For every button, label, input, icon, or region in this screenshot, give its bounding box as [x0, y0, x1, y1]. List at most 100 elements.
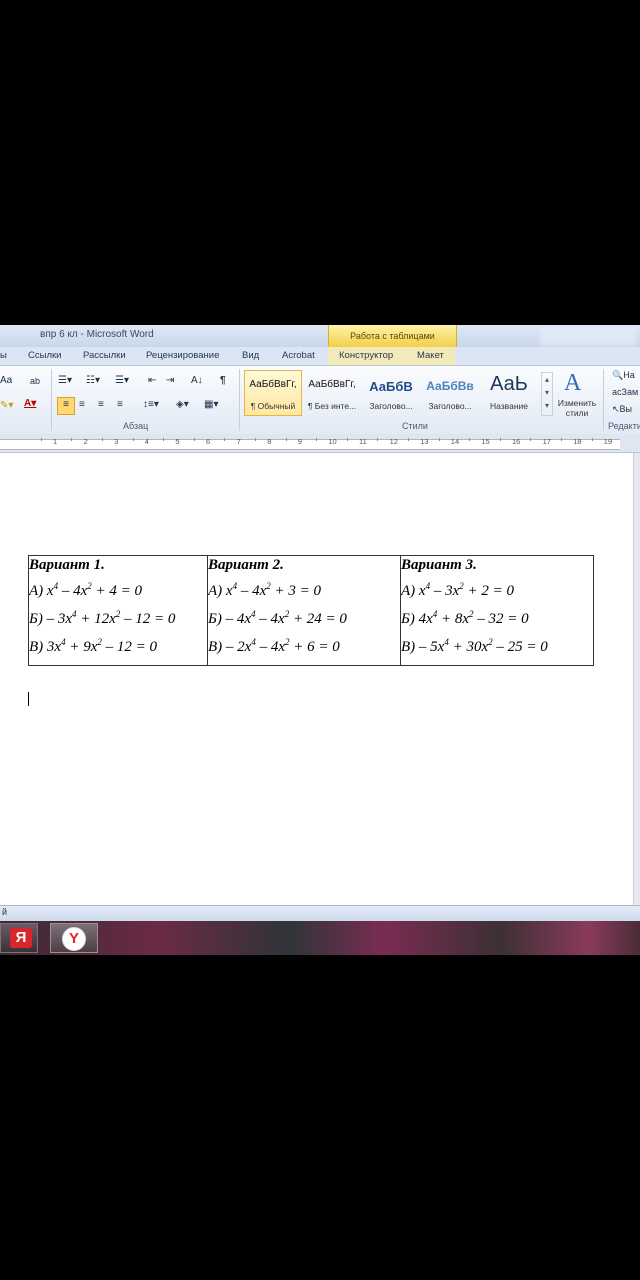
yandex-browser-icon: Y — [62, 927, 86, 951]
style-label: Заголово... — [369, 401, 413, 411]
ruler-minor-tick — [254, 438, 256, 441]
equation-text: – 4x — [255, 639, 285, 655]
font-color-icon[interactable]: A▾ — [24, 397, 36, 411]
tab-references[interactable]: Ссылки — [28, 350, 61, 361]
equation-text: – 3x — [430, 583, 460, 599]
replace-button[interactable]: acЗам — [612, 385, 638, 399]
equation-text: + 30x — [448, 639, 489, 655]
equation-text: В) – 2x — [208, 639, 252, 655]
taskbar-yandex-button[interactable]: Я — [0, 923, 38, 953]
ribbon: Aa ab ✎▾ A▾ ☰▾ ☷▾ ☰▾ ⇤ ⇥ A↓ ¶ ≡ ≡ ≡ ≡ ↕≡… — [0, 365, 640, 435]
variant-title: Вариант 1. — [29, 557, 105, 573]
ruler-tick-label: 11 — [359, 437, 367, 446]
replace-icon: ac — [612, 387, 622, 397]
clear-format-icon[interactable]: ab — [30, 374, 40, 388]
style-title[interactable]: АаЬ Название — [480, 370, 538, 416]
table-tools-label: Работа с таблицами — [350, 331, 435, 341]
align-right-icon[interactable]: ≡ — [98, 398, 104, 412]
ruler-tick-label: 6 — [206, 437, 211, 446]
tab-partial[interactable]: ы — [0, 350, 7, 361]
change-styles-icon: A — [564, 370, 582, 396]
tab-review[interactable]: Рецензирование — [146, 350, 219, 361]
browser-icon-glyph: Y — [68, 930, 79, 947]
style-heading-2[interactable]: АаБбВв Заголово... — [421, 370, 479, 416]
style-label: Название — [490, 401, 528, 411]
taskbar-browser-button[interactable]: Y — [50, 923, 98, 953]
equation-line: Б) – 3x4 + 12x2 – 12 = 0 — [29, 603, 207, 631]
tab-view[interactable]: Вид — [242, 350, 259, 361]
window-title: впр 6 кл - Microsoft Word — [40, 329, 154, 340]
borders-icon[interactable]: ▦▾ — [204, 398, 218, 412]
decrease-indent-icon[interactable]: ⇤ — [148, 374, 156, 388]
equation-text: – 4x — [237, 583, 267, 599]
style-heading-1[interactable]: АаБбВ Заголово... — [362, 370, 420, 416]
equation-text: – 4x — [255, 611, 285, 627]
find-button[interactable]: 🔍На — [612, 368, 635, 382]
horizontal-ruler[interactable]: 1 2 3 4 5 6 7 8 9 10 11 12 13 14 15 16 17 18 19 — [0, 434, 640, 453]
select-button[interactable]: ↖Вы — [612, 402, 632, 416]
style-no-spacing[interactable]: АаБбВвГг, ¶ Без инте... — [303, 370, 361, 416]
equation-text: А) x — [401, 583, 426, 599]
equation-text: – 12 = 0 — [120, 611, 176, 627]
equation-text: Б) 4x — [401, 611, 433, 627]
ruler-minor-tick — [163, 438, 165, 441]
equation-line: А) x4 – 4x2 + 4 = 0 — [29, 575, 207, 603]
group-separator — [239, 369, 240, 431]
ruler-minor-tick — [224, 438, 226, 441]
change-styles-label: Изменить — [557, 398, 597, 408]
ruler-tick-label: 4 — [144, 437, 149, 446]
ruler-tick-label: 7 — [236, 437, 241, 446]
ruler-strip — [0, 439, 620, 450]
sort-icon[interactable]: A↓ — [191, 374, 203, 388]
ruler-tick-label: 3 — [114, 437, 119, 446]
ruler-tick-label: 18 — [573, 437, 582, 446]
vertical-scrollbar[interactable] — [633, 453, 640, 905]
ruler-minor-tick — [40, 438, 42, 441]
equations-table[interactable]: Вариант 1. А) x4 – 4x2 + 4 = 0 Б) – 3x4 + … — [28, 555, 594, 666]
equation-text: Б) – 4x — [208, 611, 252, 627]
variant-cell-3[interactable]: Вариант 3. А) x4 – 3x2 + 2 = 0 Б) 4x4 + 8x… — [400, 555, 594, 666]
document-page[interactable]: Вариант 1. А) x4 – 4x2 + 4 = 0 Б) – 3x4 + … — [0, 453, 640, 905]
align-center-icon[interactable]: ≡ — [79, 398, 85, 412]
title-bar: впр 6 кл - Microsoft Word Работа с табли… — [0, 325, 640, 347]
variant-cell-2[interactable]: Вариант 2. А) x4 – 4x2 + 3 = 0 Б) – 4x4 – … — [207, 555, 401, 666]
change-case-button[interactable]: Aa — [0, 374, 12, 388]
style-label: ¶ Обычный — [250, 401, 296, 411]
bullets-icon[interactable]: ☰▾ — [58, 374, 72, 388]
multilevel-list-icon[interactable]: ☰▾ — [115, 374, 129, 388]
tab-design[interactable]: Конструктор — [339, 350, 393, 361]
ruler-tick-label: 14 — [450, 437, 460, 446]
variant-cell-1[interactable]: Вариант 1. А) x4 – 4x2 + 4 = 0 Б) – 3x4 + … — [28, 555, 208, 666]
numbering-icon[interactable]: ☷▾ — [86, 374, 100, 388]
tab-acrobat[interactable]: Acrobat — [282, 350, 315, 361]
status-bar: й — [0, 905, 640, 922]
increase-indent-icon[interactable]: ⇥ — [166, 374, 174, 388]
tab-mailings[interactable]: Рассылки — [83, 350, 126, 361]
change-styles-button[interactable]: A Изменить стили — [554, 370, 600, 418]
equation-text: – 12 = 0 — [101, 639, 157, 655]
ruler-minor-tick — [71, 438, 73, 441]
ruler-minor-tick — [193, 438, 195, 441]
highlight-icon[interactable]: ✎▾ — [0, 399, 13, 413]
equation-text: + 2 = 0 — [463, 583, 515, 599]
align-left-icon[interactable]: ≡ — [57, 397, 75, 415]
equation-text: + 24 = 0 — [289, 611, 347, 627]
style-sample: АаБбВвГг, — [308, 379, 356, 390]
style-normal[interactable]: АаБбВвГг, ¶ Обычный — [244, 370, 302, 416]
show-marks-button[interactable]: ¶ — [220, 374, 226, 388]
line-spacing-icon[interactable]: ↕≡▾ — [143, 398, 159, 412]
justify-icon[interactable]: ≡ — [117, 398, 123, 412]
tab-layout[interactable]: Макет — [417, 350, 444, 361]
equation-line: Б) – 4x4 – 4x2 + 24 = 0 — [208, 603, 400, 631]
ruler-tick-label: 1 — [53, 437, 58, 446]
equation-line: Б) 4x4 + 8x2 – 32 = 0 — [401, 603, 593, 631]
ribbon-tab-row: ы Ссылки Рассылки Рецензирование Вид Acr… — [0, 347, 640, 365]
equation-text: – 4x — [58, 583, 88, 599]
styles-scroll-icon[interactable]: ▴ ▾ ▾ — [541, 372, 553, 416]
ruler-minor-tick — [377, 438, 379, 441]
shading-icon[interactable]: ◈▾ — [176, 398, 189, 412]
ruler-tick-label: 19 — [603, 437, 613, 446]
equation-text: + 9x — [65, 639, 98, 655]
replace-label: Зам — [621, 387, 639, 397]
ruler-tick-label: 8 — [267, 437, 272, 446]
